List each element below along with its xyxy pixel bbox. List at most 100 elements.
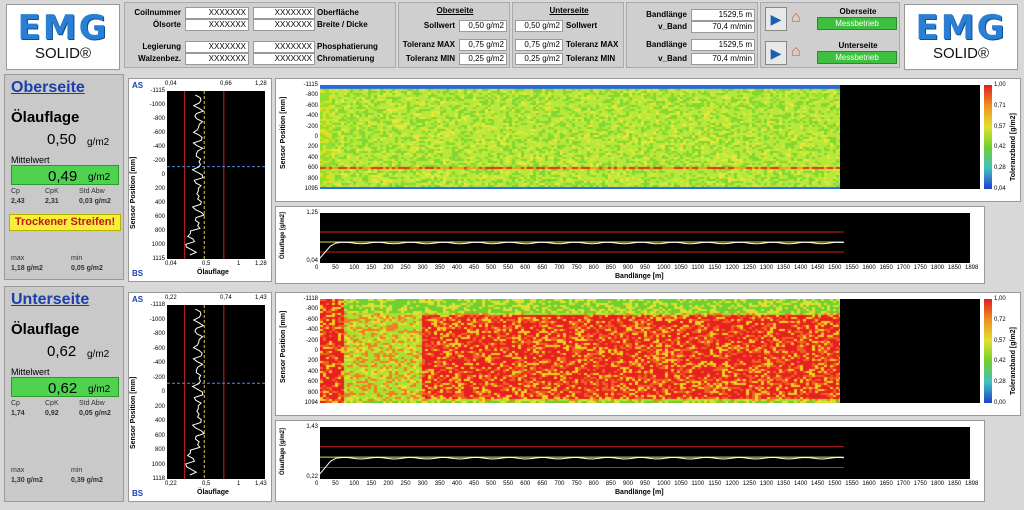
x-tick: 1100 bbox=[691, 265, 705, 271]
tolerance-value: 0,75 g/m2 bbox=[459, 39, 507, 51]
y-tick: 600 bbox=[154, 214, 165, 220]
x-tick: 850 bbox=[605, 481, 616, 487]
coil-value: XXXXXXX bbox=[185, 53, 249, 65]
profile-canvas bbox=[167, 91, 265, 259]
heatmap-image bbox=[320, 299, 840, 403]
y-tick: -200 bbox=[305, 337, 318, 344]
x-tick: 400 bbox=[451, 481, 462, 487]
x-tick: 1700 bbox=[896, 481, 910, 487]
x-tick: 500 bbox=[486, 481, 497, 487]
scale-tick: 0,28 bbox=[994, 379, 1006, 386]
coil-value: XXXXXXX bbox=[253, 7, 315, 19]
x-tick: 1150 bbox=[708, 481, 722, 487]
y-tick: 1115 bbox=[152, 256, 165, 262]
y-tick: -600 bbox=[305, 102, 318, 109]
x-axis-label: Bandlänge [m] bbox=[615, 489, 664, 496]
play-button-top[interactable]: ▶ bbox=[765, 7, 787, 31]
x-tick: 650 bbox=[537, 481, 548, 487]
scale-tick: 0,71 bbox=[994, 102, 1006, 109]
y-tick: 1000 bbox=[151, 242, 165, 248]
coil-value: XXXXXXX bbox=[185, 19, 249, 31]
x-tick: 1750 bbox=[913, 265, 928, 271]
scale-label: Toleranzband [g/m2] bbox=[1010, 327, 1017, 395]
y-tick: -1115 bbox=[150, 88, 165, 94]
mittel-label: Mittelwert bbox=[11, 155, 50, 165]
y-axis-label: Sensor Position [mm] bbox=[280, 310, 287, 383]
y-tick: 200 bbox=[154, 186, 165, 192]
y-tick: 200 bbox=[307, 144, 318, 151]
stat-value: 2,31 bbox=[45, 198, 59, 205]
logo-right: EMG SOLID® bbox=[904, 4, 1018, 70]
y-tick: 0 bbox=[161, 172, 165, 178]
scale-tick: 0,72 bbox=[994, 316, 1006, 323]
y-tick: 200 bbox=[307, 358, 318, 365]
tolerance-label: Toleranz MAX bbox=[566, 40, 619, 49]
home-icon[interactable]: ⌂ bbox=[791, 43, 801, 61]
y-tick: 400 bbox=[154, 418, 165, 424]
scale-tick: 1,00 bbox=[994, 296, 1006, 302]
profile-svg bbox=[167, 305, 265, 479]
y-tick: -1000 bbox=[149, 102, 165, 108]
bottom-tick: 1,28 bbox=[255, 261, 267, 267]
x-tick: 200 bbox=[383, 481, 394, 487]
oel-value: 0,50 bbox=[47, 131, 77, 148]
play-button-bottom[interactable]: ▶ bbox=[765, 41, 787, 65]
y-tick: 800 bbox=[307, 389, 318, 396]
x-tick: 600 bbox=[520, 481, 531, 487]
profile-canvas bbox=[167, 305, 265, 479]
x-tick: 1550 bbox=[845, 481, 859, 487]
tolerance-label: Sollwert bbox=[566, 21, 598, 30]
x-tick: 550 bbox=[503, 481, 514, 487]
mittel-box: 0,62 g/m2 bbox=[11, 377, 119, 397]
y-tick: 400 bbox=[307, 368, 318, 375]
trend-unterseite: 1,43 0,22 Ölauflage [g/m2] 0 50 100 150 200 250 3… bbox=[275, 420, 985, 502]
y-tick: -600 bbox=[305, 316, 318, 323]
y-tick: -800 bbox=[305, 306, 318, 313]
bottom-tick: 0,5 bbox=[202, 261, 211, 267]
color-scale-bar bbox=[984, 299, 992, 403]
tolerance-label: Toleranz MIN bbox=[405, 54, 455, 63]
y-tick: 600 bbox=[154, 432, 165, 439]
heatmap-image bbox=[320, 85, 840, 189]
tolerance-label: Sollwert bbox=[423, 21, 455, 30]
x-tick: 450 bbox=[468, 481, 479, 487]
coil-value: XXXXXXX bbox=[253, 53, 315, 65]
mittel-unit: g/m2 bbox=[88, 384, 111, 395]
band-value: 1529,5 m bbox=[691, 9, 755, 21]
max-label: max bbox=[11, 255, 25, 262]
coil-value: XXXXXXX bbox=[185, 7, 249, 19]
y-tick: -1000 bbox=[149, 316, 165, 323]
y-axis-label: Ölauflage [g/m2] bbox=[280, 211, 286, 259]
unterseite-tolerance-panel: Unterseite 0,50 g/m2 Sollwert 0,75 g/m2 Tole… bbox=[512, 2, 624, 68]
band-panel: Bandlänge 1529,5 m v_Band 70,4 m/min Bandlän… bbox=[626, 2, 758, 68]
side-panel-oberseite: Oberseite Ölauflage 0,50 g/m2 Mittelwert 0,49… bbox=[4, 74, 124, 280]
tolerance-value: 0,50 g/m2 bbox=[515, 20, 563, 32]
trend-svg bbox=[320, 231, 844, 259]
coil-label: Breite / Dicke bbox=[317, 20, 368, 29]
top-tick: 1,43 bbox=[255, 295, 267, 301]
y-tick: -800 bbox=[152, 116, 165, 122]
y-tick: 400 bbox=[154, 200, 165, 206]
x-tick: 350 bbox=[434, 481, 445, 487]
y-tick: -200 bbox=[152, 158, 165, 164]
coil-label: Chromatierung bbox=[317, 54, 375, 63]
band-label: v_Band bbox=[658, 54, 687, 63]
y-tick: -200 bbox=[305, 123, 318, 130]
coil-label: Legierung bbox=[142, 42, 181, 51]
heatmap-oberseite: -1115 -800 -600 -400 -200 0 200 400 600 800 1095 Se… bbox=[275, 78, 1021, 202]
stat-value: 0,03 g/m2 bbox=[79, 198, 111, 205]
band-label: Bandlänge bbox=[646, 10, 687, 19]
mittel-value: 0,49 bbox=[48, 168, 78, 185]
x-axis-label: Ölauflage bbox=[197, 489, 229, 496]
x-tick: 1050 bbox=[674, 265, 688, 271]
coil-label: Coilnummer bbox=[134, 8, 181, 17]
scale-tick: 1,00 bbox=[994, 82, 1006, 88]
coil-value: XXXXXXX bbox=[253, 19, 315, 31]
y-tick: -1118 bbox=[150, 302, 165, 308]
coil-label: Ölsorte bbox=[152, 20, 181, 29]
x-tick: 1898 bbox=[965, 265, 979, 271]
x-tick: 750 bbox=[571, 265, 582, 271]
x-tick: 1000 bbox=[657, 265, 671, 271]
min-label: min bbox=[71, 255, 83, 262]
home-icon[interactable]: ⌂ bbox=[791, 9, 801, 27]
